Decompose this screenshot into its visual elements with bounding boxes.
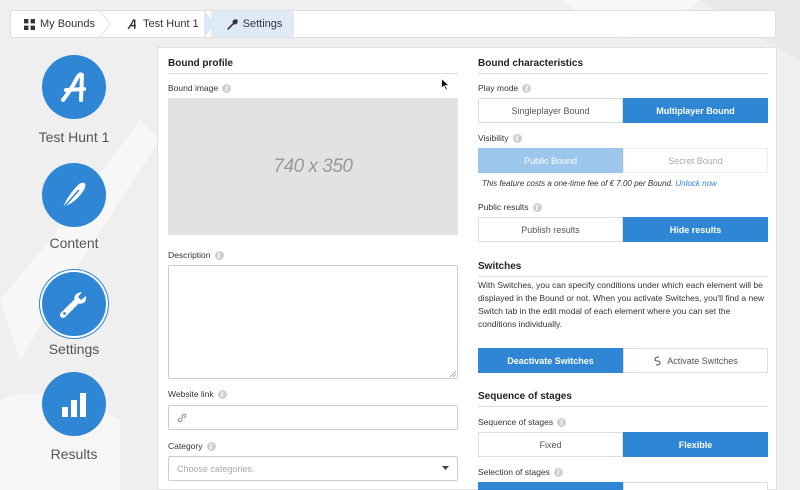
info-icon[interactable]: i xyxy=(532,202,542,212)
fixed-button[interactable]: Fixed xyxy=(478,432,623,457)
selection-option-second[interactable] xyxy=(623,482,768,490)
field-label-website: Website link i xyxy=(168,389,227,399)
grid-icon xyxy=(24,18,35,30)
section-title-sequence: Sequence of stages xyxy=(478,391,572,402)
info-icon[interactable]: i xyxy=(222,83,232,93)
breadcrumb-settings[interactable]: Settings xyxy=(210,11,295,37)
field-label-play-mode: Play mode i xyxy=(478,83,532,93)
flexible-button[interactable]: Flexible xyxy=(623,432,768,457)
field-label-description: Description i xyxy=(168,250,224,260)
activate-switches-button[interactable]: Activate Switches xyxy=(623,348,768,373)
section-divider xyxy=(168,73,458,74)
description-textarea[interactable] xyxy=(168,265,458,379)
feather-icon xyxy=(62,182,86,209)
info-icon[interactable]: i xyxy=(217,389,227,399)
unlock-now-link[interactable]: Unlock now xyxy=(675,179,716,188)
bar-chart-icon xyxy=(62,393,86,417)
multiplayer-button[interactable]: Multiplayer Bound xyxy=(623,98,768,123)
section-title-bound-profile: Bound profile xyxy=(168,58,233,69)
settings-panel: Bound profile Bound image i 740 x 350 De… xyxy=(157,47,777,490)
label-text: Description xyxy=(168,250,211,260)
nav-label: Results xyxy=(50,446,98,462)
selection-option-first[interactable] xyxy=(478,482,623,490)
deactivate-switches-button[interactable]: Deactivate Switches xyxy=(478,348,623,373)
field-label-bound-image: Bound image i xyxy=(168,83,232,93)
label-text: Play mode xyxy=(478,83,519,93)
field-label-selection: Selection of stages i xyxy=(478,467,563,477)
nav-label: Settings xyxy=(48,341,100,357)
label-text: Sequence of stages xyxy=(478,417,554,427)
fee-note-text: This feature costs a one-time fee of € 7… xyxy=(482,179,674,188)
nav-item-results[interactable]: Results xyxy=(41,372,107,462)
breadcrumb: My Bounds Test Hunt 1 Settings xyxy=(10,10,776,38)
nav-item-settings[interactable]: Settings xyxy=(41,272,107,357)
image-placeholder-text: 740 x 350 xyxy=(273,155,353,177)
info-icon[interactable]: i xyxy=(557,417,567,427)
label-text: Bound image xyxy=(168,83,219,93)
field-label-public-results: Public results i xyxy=(478,202,542,212)
info-icon[interactable]: i xyxy=(553,467,563,477)
nav-item-content[interactable]: Content xyxy=(41,163,107,251)
switches-toggle: Deactivate Switches Activate Switches xyxy=(478,348,768,373)
breadcrumb-label: Settings xyxy=(242,18,283,30)
breadcrumb-label: Test Hunt 1 xyxy=(143,18,199,30)
wrench-icon xyxy=(60,292,87,318)
website-link-input[interactable] xyxy=(168,405,458,430)
visibility-toggle: Public Bound Secret Bound xyxy=(478,148,768,173)
switches-description: With Switches, you can specify condition… xyxy=(478,280,765,329)
breadcrumb-label: My Bounds xyxy=(40,18,96,30)
nav-circle xyxy=(42,55,106,119)
section-divider xyxy=(478,276,768,277)
public-results-toggle: Publish results Hide results xyxy=(478,217,768,242)
mouse-cursor-icon xyxy=(441,78,450,91)
selection-toggle xyxy=(478,482,768,490)
sequence-toggle: Fixed Flexible xyxy=(478,432,768,457)
section-title-bound-characteristics: Bound characteristics xyxy=(478,58,584,69)
public-bound-button[interactable]: Public Bound xyxy=(478,148,623,173)
nav-item-test-hunt[interactable]: Test Hunt 1 xyxy=(39,55,109,145)
resize-handle-icon[interactable] xyxy=(450,371,456,377)
section-title-switches: Switches xyxy=(478,261,522,272)
field-label-category: Category i xyxy=(168,441,216,451)
nav-circle xyxy=(42,272,106,336)
breadcrumb-my-bounds[interactable]: My Bounds xyxy=(11,11,111,37)
switch-icon xyxy=(654,355,661,366)
hide-results-button[interactable]: Hide results xyxy=(623,217,768,242)
singleplayer-button[interactable]: Singleplayer Bound xyxy=(478,98,623,123)
nav-circle xyxy=(42,163,106,227)
category-placeholder: Choose categories. xyxy=(177,463,255,474)
secret-bound-button[interactable]: Secret Bound xyxy=(623,148,768,173)
caret-down-icon xyxy=(442,466,449,470)
bound-image-upload[interactable]: 740 x 350 xyxy=(168,98,458,235)
nav-label: Content xyxy=(49,235,99,251)
label-text: Public results xyxy=(478,202,529,212)
activate-switches-label: Activate Switches xyxy=(667,355,738,366)
label-text: Visibility xyxy=(478,133,509,143)
app-logo-icon xyxy=(61,72,86,102)
wrench-icon xyxy=(227,18,238,30)
nav-circle xyxy=(42,372,106,436)
field-label-sequence: Sequence of stages i xyxy=(478,417,567,427)
info-icon[interactable]: i xyxy=(522,83,532,93)
nav-label: Test Hunt 1 xyxy=(38,129,110,145)
fee-note: This feature costs a one-time fee of € 7… xyxy=(482,179,717,188)
section-divider xyxy=(478,73,768,74)
breadcrumb-test-hunt[interactable]: Test Hunt 1 xyxy=(107,11,215,37)
info-icon[interactable]: i xyxy=(214,250,224,260)
link-icon xyxy=(177,413,187,422)
label-text: Category xyxy=(168,441,203,451)
info-icon[interactable]: i xyxy=(512,133,522,143)
publish-results-button[interactable]: Publish results xyxy=(478,217,623,242)
info-icon[interactable]: i xyxy=(206,441,216,451)
label-text: Website link xyxy=(168,389,214,399)
play-mode-toggle: Singleplayer Bound Multiplayer Bound xyxy=(478,98,768,123)
field-label-visibility: Visibility i xyxy=(478,133,522,143)
section-divider xyxy=(478,406,768,407)
app-logo-icon xyxy=(127,18,136,29)
label-text: Selection of stages xyxy=(478,467,550,477)
category-select[interactable]: Choose categories. xyxy=(168,456,458,481)
